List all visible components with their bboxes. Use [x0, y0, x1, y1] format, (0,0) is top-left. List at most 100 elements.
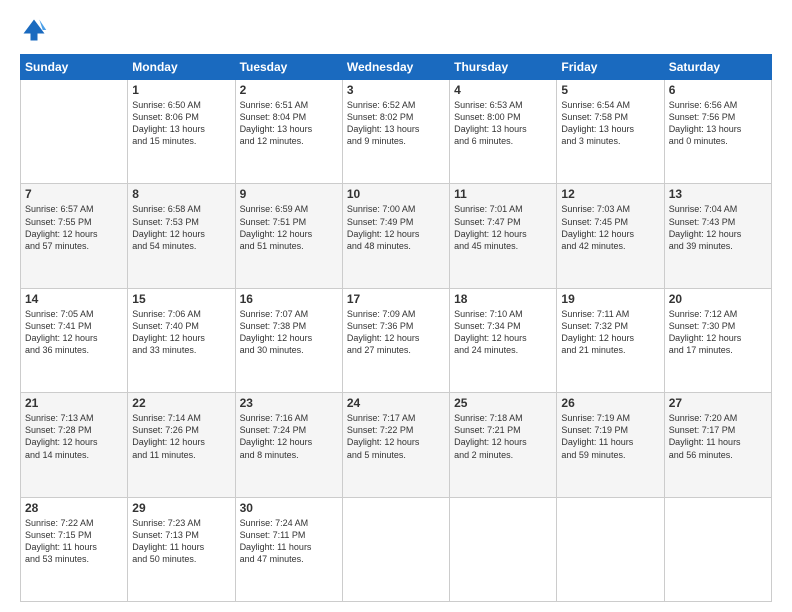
cell-text-line: Sunrise: 7:22 AM	[25, 517, 123, 529]
cell-text-line: Sunrise: 7:18 AM	[454, 412, 552, 424]
cell-text-line: Sunset: 7:32 PM	[561, 320, 659, 332]
cell-text-line: Sunrise: 7:14 AM	[132, 412, 230, 424]
cell-text-line: and 24 minutes.	[454, 344, 552, 356]
cell-text-line: Sunrise: 6:50 AM	[132, 99, 230, 111]
cell-text-line: Sunrise: 6:58 AM	[132, 203, 230, 215]
page: SundayMondayTuesdayWednesdayThursdayFrid…	[0, 0, 792, 612]
day-number: 3	[347, 83, 445, 97]
cell-text-line: Sunset: 7:43 PM	[669, 216, 767, 228]
cell-text-line: Sunrise: 7:07 AM	[240, 308, 338, 320]
calendar-cell: 24Sunrise: 7:17 AMSunset: 7:22 PMDayligh…	[342, 393, 449, 497]
cell-text-line: Sunset: 7:17 PM	[669, 424, 767, 436]
cell-text-line: Daylight: 11 hours	[561, 436, 659, 448]
cell-text-line: and 12 minutes.	[240, 135, 338, 147]
calendar-cell: 5Sunrise: 6:54 AMSunset: 7:58 PMDaylight…	[557, 80, 664, 184]
calendar-cell: 3Sunrise: 6:52 AMSunset: 8:02 PMDaylight…	[342, 80, 449, 184]
cell-text-line: Sunset: 7:36 PM	[347, 320, 445, 332]
calendar-week-4: 21Sunrise: 7:13 AMSunset: 7:28 PMDayligh…	[21, 393, 772, 497]
cell-text-line: Sunset: 8:00 PM	[454, 111, 552, 123]
day-number: 29	[132, 501, 230, 515]
cell-text-line: Daylight: 12 hours	[240, 228, 338, 240]
day-number: 11	[454, 187, 552, 201]
day-number: 8	[132, 187, 230, 201]
cell-text-line: and 3 minutes.	[561, 135, 659, 147]
calendar-cell: 13Sunrise: 7:04 AMSunset: 7:43 PMDayligh…	[664, 184, 771, 288]
calendar-cell: 26Sunrise: 7:19 AMSunset: 7:19 PMDayligh…	[557, 393, 664, 497]
day-number: 25	[454, 396, 552, 410]
cell-text-line: and 45 minutes.	[454, 240, 552, 252]
cell-text-line: and 54 minutes.	[132, 240, 230, 252]
cell-text-line: Daylight: 12 hours	[561, 228, 659, 240]
cell-text-line: and 50 minutes.	[132, 553, 230, 565]
day-number: 26	[561, 396, 659, 410]
calendar-cell: 12 Sunrise: 7:03 AMSunset: 7:45 PMDayligh…	[557, 184, 664, 288]
cell-text-line: and 15 minutes.	[132, 135, 230, 147]
day-number: 19	[561, 292, 659, 306]
cell-text-line: and 56 minutes.	[669, 449, 767, 461]
cell-text-line: and 11 minutes.	[132, 449, 230, 461]
day-number: 20	[669, 292, 767, 306]
cell-text-line: Daylight: 12 hours	[454, 228, 552, 240]
cell-text-line: Sunset: 7:30 PM	[669, 320, 767, 332]
calendar-cell: 19Sunrise: 7:11 AMSunset: 7:32 PMDayligh…	[557, 288, 664, 392]
calendar-cell: 28Sunrise: 7:22 AMSunset: 7:15 PMDayligh…	[21, 497, 128, 601]
calendar-cell	[21, 80, 128, 184]
cell-text-line: Sunset: 7:38 PM	[240, 320, 338, 332]
day-number: 27	[669, 396, 767, 410]
cell-text-line: Sunrise: 6:52 AM	[347, 99, 445, 111]
day-number: 21	[25, 396, 123, 410]
cell-text-line: Sunset: 7:11 PM	[240, 529, 338, 541]
cell-text-line: and 39 minutes.	[669, 240, 767, 252]
cell-text-line: Daylight: 13 hours	[347, 123, 445, 135]
cell-text-line: Sunset: 7:40 PM	[132, 320, 230, 332]
cell-text-line: Daylight: 12 hours	[669, 332, 767, 344]
cell-text-line: Sunset: 7:47 PM	[454, 216, 552, 228]
calendar-cell: 8Sunrise: 6:58 AMSunset: 7:53 PMDaylight…	[128, 184, 235, 288]
cell-text-line: Sunrise: 7:23 AM	[132, 517, 230, 529]
day-number: 24	[347, 396, 445, 410]
day-number: 12	[561, 187, 659, 201]
day-header-sunday: Sunday	[21, 55, 128, 80]
calendar-week-1: 1Sunrise: 6:50 AMSunset: 8:06 PMDaylight…	[21, 80, 772, 184]
cell-text-line: Sunset: 7:55 PM	[25, 216, 123, 228]
cell-text-line: Daylight: 12 hours	[25, 436, 123, 448]
cell-text-line: and 6 minutes.	[454, 135, 552, 147]
cell-text-line: and 17 minutes.	[669, 344, 767, 356]
cell-text-line: Sunrise: 7:03 AM	[561, 203, 659, 215]
cell-text-line: and 47 minutes.	[240, 553, 338, 565]
day-number: 18	[454, 292, 552, 306]
day-number: 5	[561, 83, 659, 97]
calendar-cell: 11Sunrise: 7:01 AMSunset: 7:47 PMDayligh…	[450, 184, 557, 288]
calendar-cell: 18Sunrise: 7:10 AMSunset: 7:34 PMDayligh…	[450, 288, 557, 392]
cell-text-line: Sunrise: 6:59 AM	[240, 203, 338, 215]
cell-text-line: and 8 minutes.	[240, 449, 338, 461]
cell-text-line: Sunset: 7:19 PM	[561, 424, 659, 436]
cell-text-line: Sunrise: 7:10 AM	[454, 308, 552, 320]
cell-text-line: Daylight: 12 hours	[25, 228, 123, 240]
day-number: 28	[25, 501, 123, 515]
calendar-cell: 16Sunrise: 7:07 AMSunset: 7:38 PMDayligh…	[235, 288, 342, 392]
cell-text-line: Daylight: 13 hours	[240, 123, 338, 135]
day-number: 17	[347, 292, 445, 306]
cell-text-line: Sunrise: 7:11 AM	[561, 308, 659, 320]
cell-text-line: and 5 minutes.	[347, 449, 445, 461]
day-header-thursday: Thursday	[450, 55, 557, 80]
cell-text-line: Sunset: 7:15 PM	[25, 529, 123, 541]
cell-text-line: Sunrise: 6:57 AM	[25, 203, 123, 215]
cell-text-line: Daylight: 11 hours	[240, 541, 338, 553]
calendar-cell	[342, 497, 449, 601]
calendar-cell: 10Sunrise: 7:00 AMSunset: 7:49 PMDayligh…	[342, 184, 449, 288]
calendar-cell: 4Sunrise: 6:53 AMSunset: 8:00 PMDaylight…	[450, 80, 557, 184]
day-number: 23	[240, 396, 338, 410]
cell-text-line: Daylight: 12 hours	[25, 332, 123, 344]
day-number: 2	[240, 83, 338, 97]
cell-text-line: Sunset: 7:45 PM	[561, 216, 659, 228]
cell-text-line: and 0 minutes.	[669, 135, 767, 147]
cell-text-line: Sunrise: 7:24 AM	[240, 517, 338, 529]
day-header-monday: Monday	[128, 55, 235, 80]
cell-text-line: Sunrise: 7:17 AM	[347, 412, 445, 424]
cell-text-line: Daylight: 12 hours	[347, 228, 445, 240]
calendar-cell: 21Sunrise: 7:13 AMSunset: 7:28 PMDayligh…	[21, 393, 128, 497]
calendar-cell: 17Sunrise: 7:09 AMSunset: 7:36 PMDayligh…	[342, 288, 449, 392]
cell-text-line: Sunset: 7:21 PM	[454, 424, 552, 436]
